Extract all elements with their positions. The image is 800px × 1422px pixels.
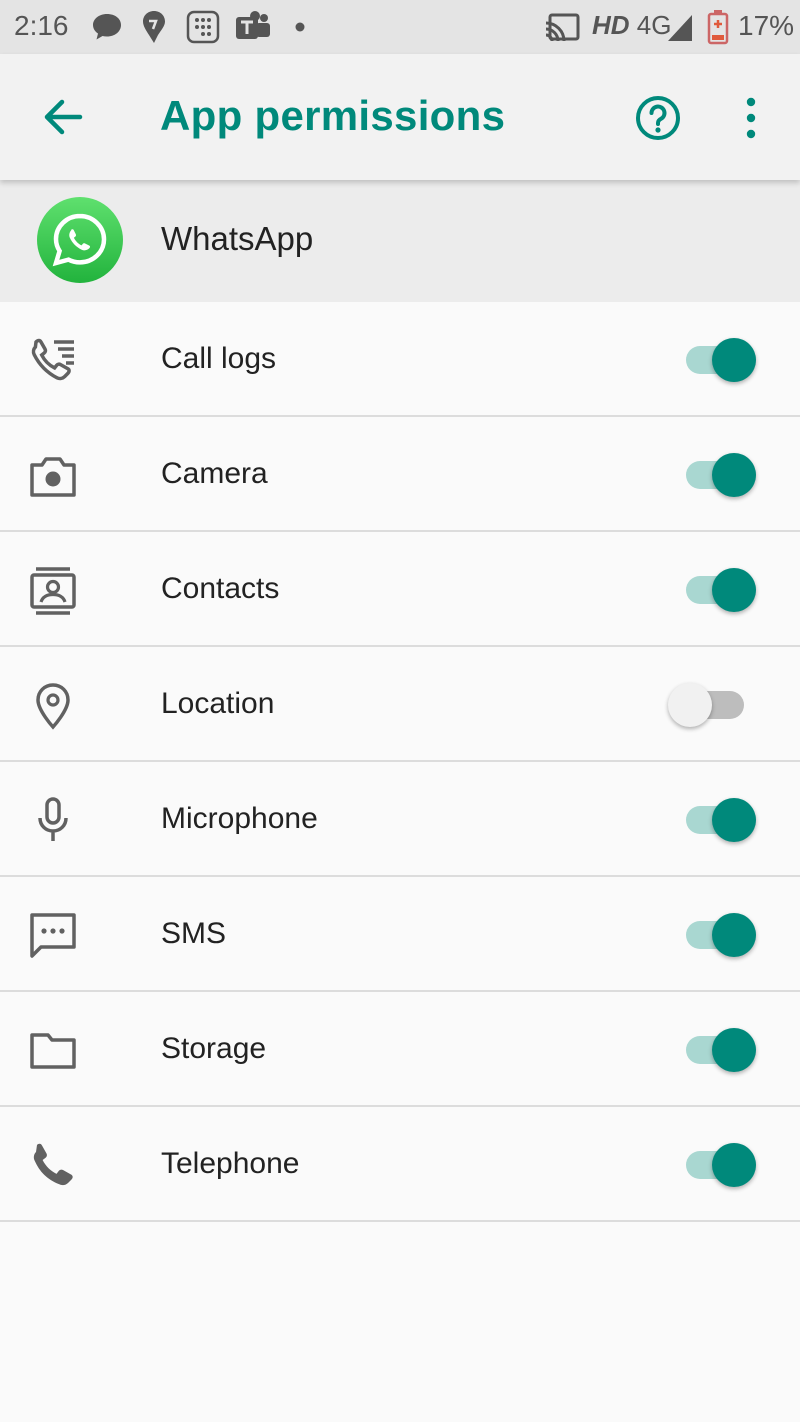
network-hd: HD (592, 10, 630, 40)
help-circle-icon (636, 96, 680, 140)
dialpad-app-icon (186, 10, 220, 44)
swiggy-icon (143, 11, 165, 43)
arrow-back-icon (44, 99, 83, 135)
battery-percent: 17% (738, 10, 795, 41)
page-title: App permissions (160, 92, 506, 139)
sms-icon (30, 913, 76, 958)
battery-icon (707, 10, 729, 45)
app-name: WhatsApp (161, 220, 314, 257)
location-toggle[interactable] (664, 679, 764, 729)
network-indicator: HD 4G (592, 10, 671, 41)
permission-row-camera[interactable]: Camera (0, 417, 800, 532)
more-options-button[interactable] (728, 88, 774, 148)
sms-toggle[interactable] (664, 909, 764, 959)
toggle-thumb (668, 683, 712, 727)
toggle-thumb (712, 798, 756, 842)
status-time: 2:16 (14, 10, 69, 41)
toggle-thumb (712, 453, 756, 497)
permission-row-call-logs[interactable]: Call logs (0, 302, 800, 417)
toggle-thumb (712, 1028, 756, 1072)
app-header: WhatsApp (0, 180, 800, 302)
call-logs-toggle[interactable] (664, 334, 764, 384)
teams-icon (236, 11, 270, 39)
status-bar: 2:16 HD 4G 17% (0, 0, 800, 54)
message-icon (93, 14, 121, 40)
notification-dot-icon (295, 22, 305, 32)
permission-row-telephone[interactable]: Telephone (0, 1107, 800, 1222)
phone-icon (33, 1143, 73, 1186)
permission-row-sms[interactable]: SMS (0, 877, 800, 992)
toggle-thumb (712, 1143, 756, 1187)
permission-row-location[interactable]: Location (0, 647, 800, 762)
permission-label: Contacts (161, 572, 280, 605)
permission-label: Microphone (161, 802, 318, 835)
folder-icon (30, 1033, 76, 1069)
permission-label: Storage (161, 1032, 267, 1065)
microphone-icon (38, 797, 68, 841)
permission-label: Location (161, 687, 275, 720)
signal-icon (668, 15, 692, 41)
permission-list: Call logs Camera Contacts Location Micro… (0, 302, 800, 1222)
back-button[interactable] (30, 84, 96, 150)
telephone-toggle[interactable] (664, 1139, 764, 1189)
location-pin-icon (36, 683, 70, 730)
microphone-toggle[interactable] (664, 794, 764, 844)
storage-toggle[interactable] (664, 1024, 764, 1074)
toggle-thumb (712, 913, 756, 957)
whatsapp-logo-icon (37, 197, 123, 283)
permission-row-microphone[interactable]: Microphone (0, 762, 800, 877)
permission-label: SMS (161, 917, 227, 950)
call-log-icon (31, 338, 74, 381)
toggle-thumb (712, 568, 756, 612)
camera-toggle[interactable] (664, 449, 764, 499)
cast-icon (545, 13, 580, 42)
permission-row-contacts[interactable]: Contacts (0, 532, 800, 647)
contacts-toggle[interactable] (664, 564, 764, 614)
contacts-icon (30, 567, 76, 615)
toggle-thumb (712, 338, 756, 382)
app-bar: App permissions (0, 54, 800, 180)
permission-label: Telephone (161, 1147, 300, 1180)
more-vert-icon (746, 97, 756, 139)
permission-label: Call logs (161, 342, 277, 375)
camera-icon (30, 457, 76, 497)
permission-row-storage[interactable]: Storage (0, 992, 800, 1107)
help-button[interactable] (628, 88, 688, 148)
permission-label: Camera (161, 457, 268, 490)
